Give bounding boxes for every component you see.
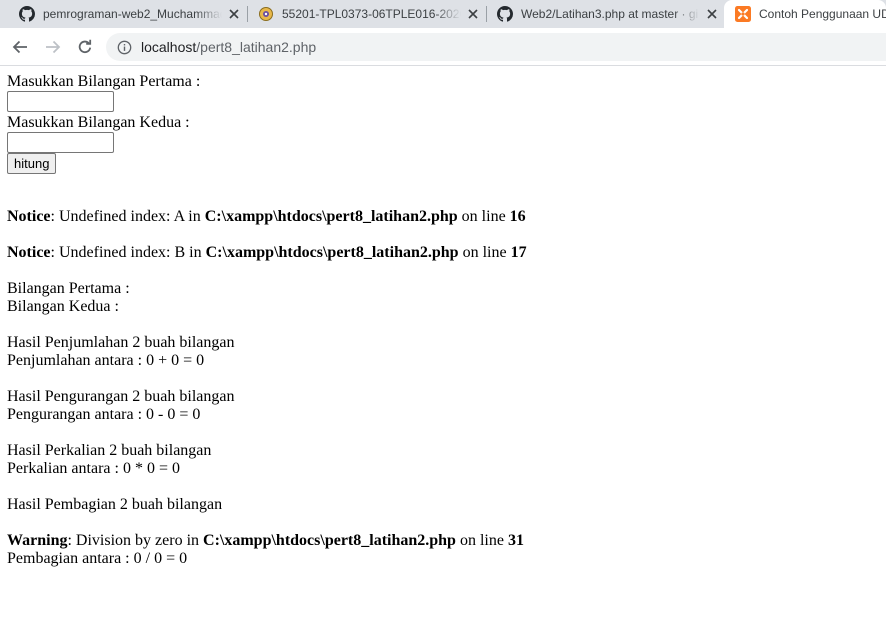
url-host: localhost <box>141 39 197 55</box>
notice-level: Notice <box>7 244 51 261</box>
tab-web2-latihan3[interactable]: Web2/Latihan3.php at master · gi <box>488 0 720 28</box>
notice-on-line: on line <box>457 208 510 225</box>
notice-level: Notice <box>7 208 51 225</box>
back-button[interactable] <box>8 35 32 59</box>
close-icon[interactable] <box>465 6 481 22</box>
division-result: Pembagian antara : 0 / 0 = 0 <box>7 550 188 567</box>
tab-55201-tpl0373[interactable]: 55201-TPL0373-06TPLE016-2020 <box>249 0 481 28</box>
notice-file: C:\xampp\htdocs\pert8_latihan2.php <box>205 244 459 261</box>
close-icon[interactable] <box>704 6 720 22</box>
product-title: Hasil Perkalian 2 buah bilangan <box>7 442 212 459</box>
notice-on-line: on line <box>458 244 511 261</box>
first-number-input[interactable] <box>7 91 114 112</box>
warning-text: : Division by zero in <box>67 532 204 549</box>
second-number-input[interactable] <box>7 132 114 153</box>
product-result: Perkalian antara : 0 * 0 = 0 <box>7 460 180 477</box>
notice-text: : Undefined index: B in <box>50 244 206 261</box>
second-number-label: Masukkan Bilangan Kedua : <box>7 114 190 131</box>
notice-line-number: 17 <box>510 244 527 261</box>
address-bar[interactable]: localhost/pert8_latihan2.php <box>106 33 886 61</box>
tab-title: 55201-TPL0373-06TPLE016-2020 <box>282 7 461 21</box>
notice-message: Notice: Undefined index: A in C:\xampp\h… <box>7 208 877 226</box>
forward-button[interactable] <box>41 35 65 59</box>
warning-message: Warning: Division by zero in C:\xampp\ht… <box>7 532 877 550</box>
sum-title: Hasil Penjumlahan 2 buah bilangan <box>7 334 235 351</box>
course-icon <box>258 6 274 22</box>
notice-file: C:\xampp\htdocs\pert8_latihan2.php <box>204 208 458 225</box>
tab-separator <box>247 6 248 22</box>
hitung-button[interactable]: hitung <box>7 153 57 174</box>
warning-line-number: 31 <box>507 532 524 549</box>
browser-toolbar: localhost/pert8_latihan2.php <box>0 28 886 66</box>
page-content: Masukkan Bilangan Pertama : Masukkan Bil… <box>7 73 877 568</box>
github-icon <box>497 6 513 22</box>
second-number-output: Bilangan Kedua : <box>7 298 119 315</box>
reload-icon <box>78 39 92 54</box>
warning-file: C:\xampp\htdocs\pert8_latihan2.php <box>203 532 456 549</box>
url-path: /pert8_latihan2.php <box>196 39 317 55</box>
tab-contoh-penggunaan[interactable]: Contoh Penggunaan UD <box>724 0 886 28</box>
division-title: Hasil Pembagian 2 buah bilangan <box>7 496 223 513</box>
url-text: localhost/pert8_latihan2.php <box>141 39 316 55</box>
tab-separator <box>486 6 487 22</box>
github-icon <box>19 6 35 22</box>
tab-strip: pemrograman-web2_Muchammad 55201-TPL0373… <box>0 0 886 28</box>
first-number-output: Bilangan Pertama : <box>7 280 130 297</box>
tab-pemrograman-web2[interactable]: pemrograman-web2_Muchammad <box>10 0 242 28</box>
tab-title: pemrograman-web2_Muchammad <box>43 7 222 21</box>
notice-text: : Undefined index: A in <box>50 208 205 225</box>
warning-level: Warning <box>7 532 68 549</box>
xampp-icon <box>735 6 751 22</box>
difference-title: Hasil Pengurangan 2 buah bilangan <box>7 388 235 405</box>
back-arrow-icon <box>12 40 27 54</box>
warning-on-line: on line <box>455 532 508 549</box>
forward-arrow-icon <box>46 40 61 54</box>
tab-title: Web2/Latihan3.php at master · gi <box>521 7 699 21</box>
sum-result: Penjumlahan antara : 0 + 0 = 0 <box>7 352 205 369</box>
first-number-label: Masukkan Bilangan Pertama : <box>7 73 201 90</box>
difference-result: Pengurangan antara : 0 - 0 = 0 <box>7 406 201 423</box>
info-icon[interactable] <box>116 39 132 55</box>
tab-title: Contoh Penggunaan UD <box>759 7 886 21</box>
reload-button[interactable] <box>73 35 97 59</box>
close-icon[interactable] <box>226 6 242 22</box>
notice-line-number: 16 <box>509 208 526 225</box>
notice-message: Notice: Undefined index: B in C:\xampp\h… <box>7 244 877 262</box>
